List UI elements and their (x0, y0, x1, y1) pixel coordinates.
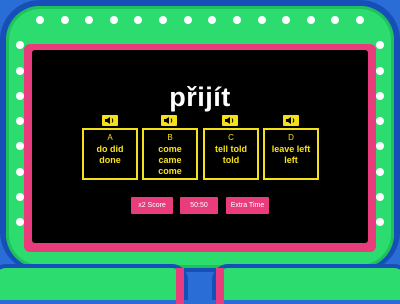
light-bulb-icon (109, 16, 118, 24)
question-text: přijít (169, 82, 231, 112)
answer-option-c[interactable]: C tell told told (203, 128, 259, 180)
option-letter: D (288, 133, 294, 142)
option-text: leave left left (271, 144, 311, 165)
option-text: tell told told (215, 144, 247, 165)
light-bulb-icon (376, 192, 384, 201)
light-bulb-icon (376, 117, 384, 125)
light-bulb-icon (376, 142, 384, 151)
light-bulb-icon (232, 16, 241, 24)
stand-pink-bar (176, 268, 184, 304)
light-bulb-icon (159, 16, 168, 24)
extra-time-button[interactable]: Extra Time (226, 197, 269, 214)
option-text: do did done (96, 144, 124, 165)
board-stand-left (0, 264, 188, 304)
light-bulb-icon (36, 16, 44, 24)
light-bulb-icon (60, 16, 69, 24)
light-bulb-icon (134, 16, 143, 24)
speaker-icon[interactable] (283, 115, 299, 126)
option-text: come came come (158, 144, 182, 176)
answer-option-b[interactable]: B come came come (142, 128, 198, 180)
light-bulb-icon (376, 218, 384, 226)
light-bulb-icon (282, 16, 291, 24)
light-bulb-icon (16, 66, 24, 75)
light-bulb-icon (331, 16, 340, 24)
light-bulb-icon (85, 16, 94, 24)
speaker-icon[interactable] (161, 115, 177, 126)
answer-option-a[interactable]: A do did done (82, 128, 138, 180)
light-bulb-icon (356, 16, 364, 24)
speaker-icon[interactable] (222, 115, 238, 126)
light-bulb-icon (16, 117, 24, 125)
light-bulb-icon (208, 16, 217, 24)
light-bulb-icon (16, 167, 24, 176)
stand-pink-bar (216, 268, 224, 304)
light-bulb-icon (183, 16, 192, 24)
double-score-button[interactable]: x2 Score (131, 197, 173, 214)
fifty-fifty-button[interactable]: 50:50 (180, 197, 218, 214)
board-stand-right (212, 264, 400, 304)
light-bulb-icon (376, 66, 384, 75)
light-bulb-icon (16, 142, 24, 151)
light-bulb-icon (376, 41, 384, 50)
speaker-icon[interactable] (102, 115, 118, 126)
option-letter: C (228, 133, 234, 142)
option-letter: A (107, 133, 113, 142)
answer-option-d[interactable]: D leave left left (263, 128, 319, 180)
light-bulb-icon (376, 167, 384, 176)
light-bulb-icon (306, 16, 315, 24)
light-bulb-icon (16, 41, 24, 50)
light-bulb-icon (16, 192, 24, 201)
light-bulb-icon (257, 16, 266, 24)
option-letter: B (167, 133, 173, 142)
light-bulb-icon (16, 218, 24, 226)
